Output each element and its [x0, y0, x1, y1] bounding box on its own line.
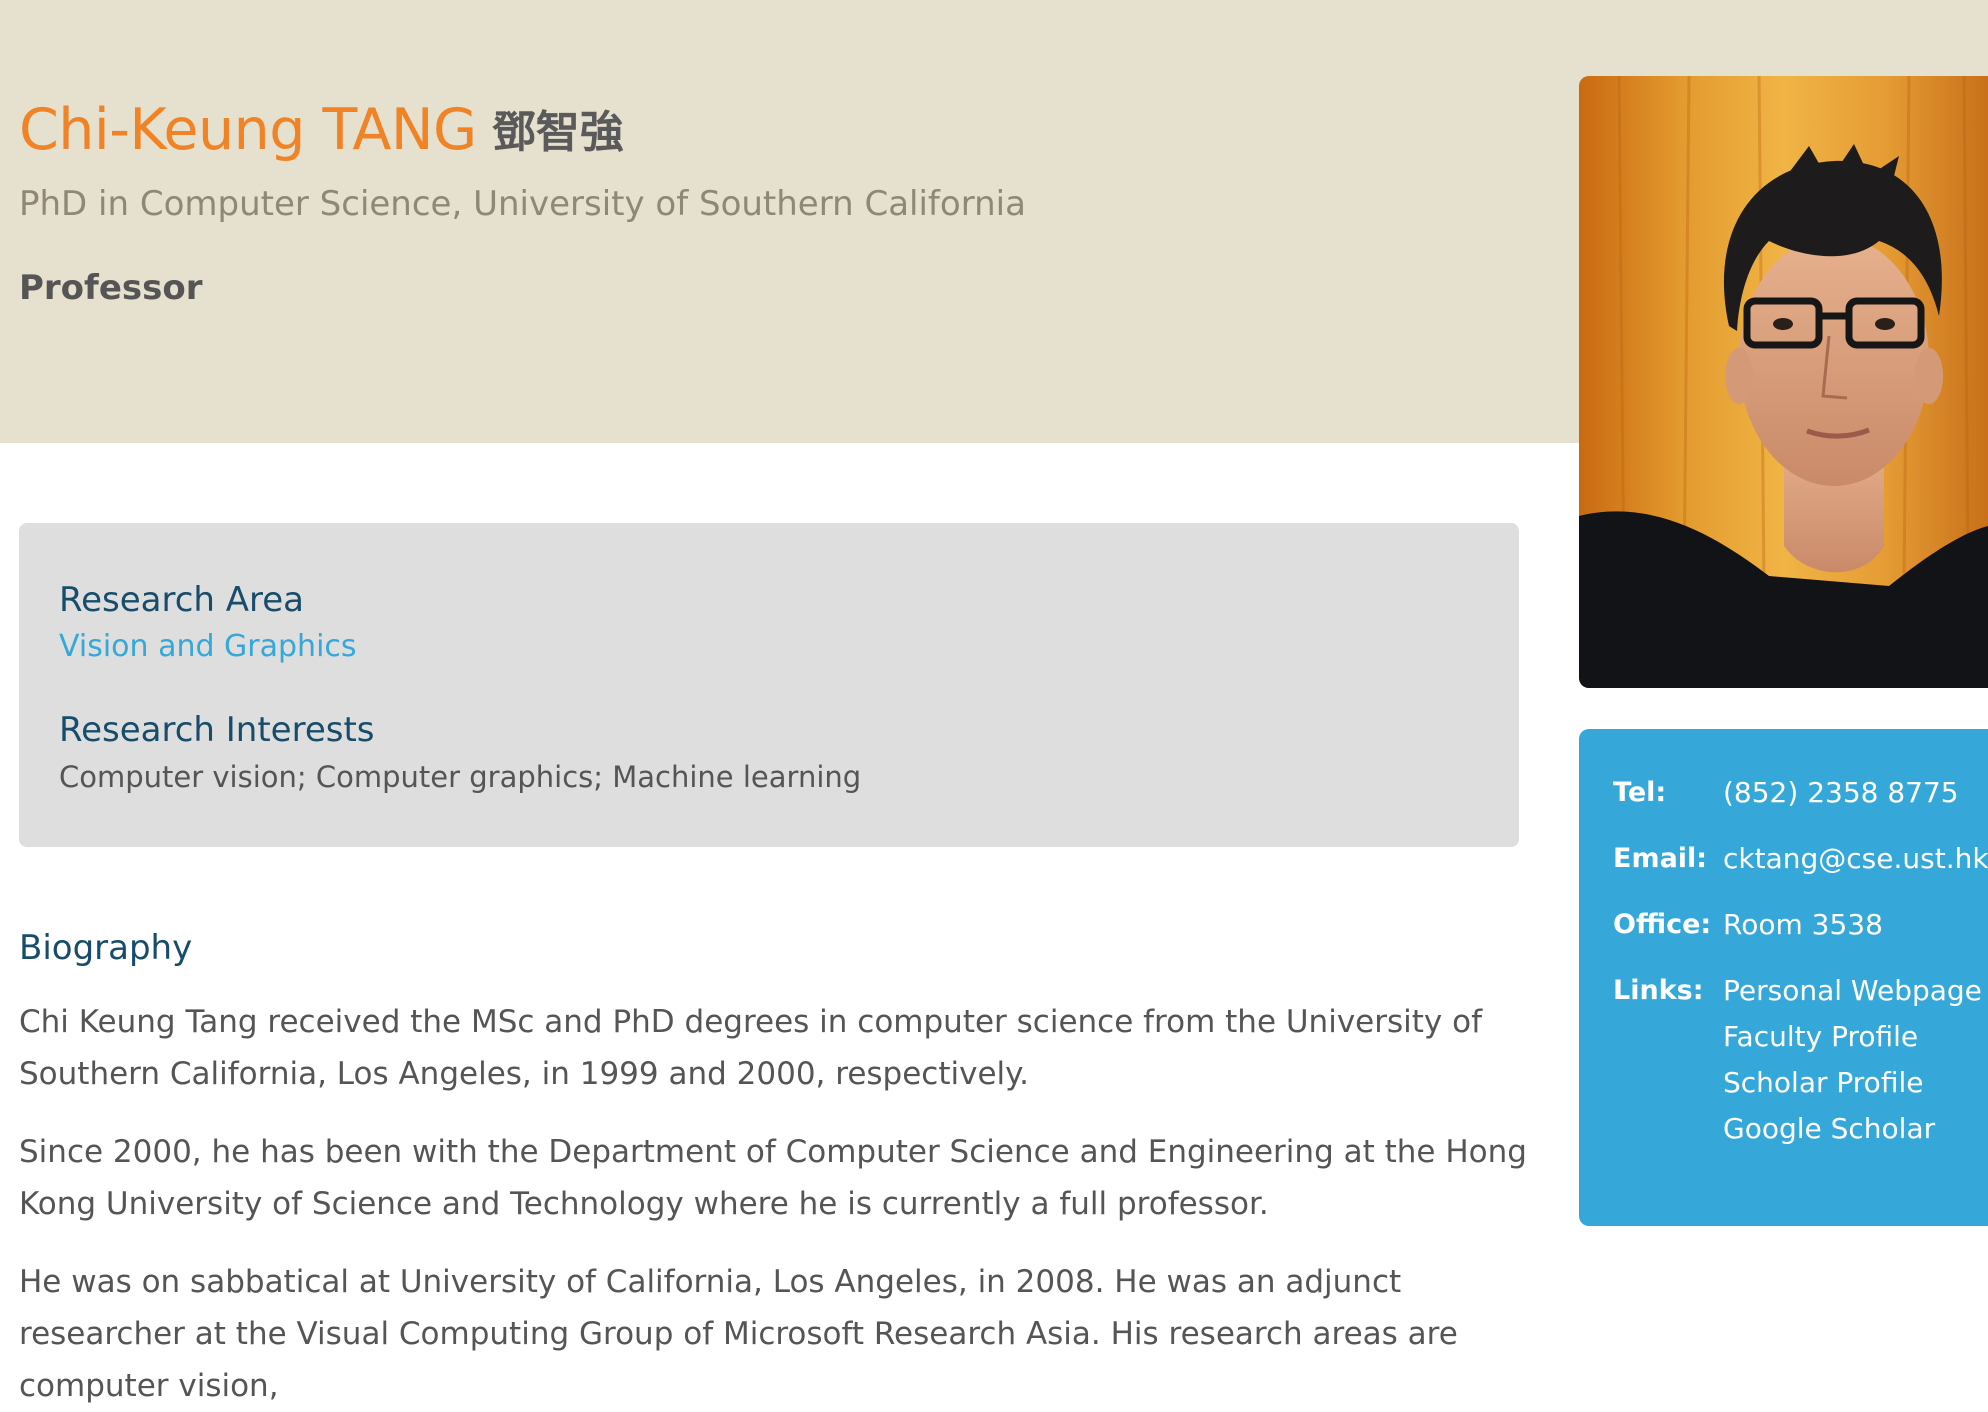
- contact-panel: Tel: (852) 2358 8775 Email: cktang@cse.u…: [1579, 729, 1988, 1226]
- links-label: Links:: [1613, 975, 1704, 1006]
- profile-position: Professor: [19, 268, 203, 308]
- personal-webpage-link[interactable]: Personal Webpage: [1723, 974, 1982, 1007]
- email-link[interactable]: cktang@cse.ust.hk: [1723, 842, 1988, 875]
- portrait-image: [1579, 76, 1988, 688]
- office-value: Room 3538: [1723, 908, 1883, 941]
- profile-photo: [1579, 76, 1988, 688]
- tel-label: Tel:: [1613, 777, 1667, 808]
- office-label: Office:: [1613, 909, 1712, 940]
- email-label: Email:: [1613, 843, 1708, 874]
- research-area-link[interactable]: Vision and Graphics: [59, 629, 357, 664]
- profile-name-line: Chi-Keung TANG 鄧智強: [19, 96, 624, 163]
- faculty-profile-link[interactable]: Faculty Profile: [1723, 1020, 1918, 1053]
- biography-paragraph-3: He was on sabbatical at University of Ca…: [19, 1264, 1458, 1404]
- tel-value: (852) 2358 8775: [1723, 776, 1959, 809]
- research-interests-text: Computer vision; Computer graphics; Mach…: [59, 760, 862, 794]
- scholar-profile-link[interactable]: Scholar Profile: [1723, 1066, 1923, 1099]
- research-area-heading: Research Area: [59, 580, 305, 620]
- biography-heading: Biography: [19, 928, 193, 968]
- research-interests-heading: Research Interests: [59, 710, 375, 750]
- profile-name: Chi-Keung TANG: [19, 97, 477, 163]
- google-scholar-link[interactable]: Google Scholar: [1723, 1112, 1935, 1145]
- biography-paragraph-2: Since 2000, he has been with the Departm…: [19, 1134, 1527, 1222]
- profile-name-chinese: 鄧智強: [491, 107, 624, 158]
- profile-degree: PhD in Computer Science, University of S…: [19, 184, 1026, 224]
- research-box: Research Area Vision and Graphics Resear…: [19, 523, 1519, 847]
- biography-paragraph-1: Chi Keung Tang received the MSc and PhD …: [19, 1004, 1482, 1092]
